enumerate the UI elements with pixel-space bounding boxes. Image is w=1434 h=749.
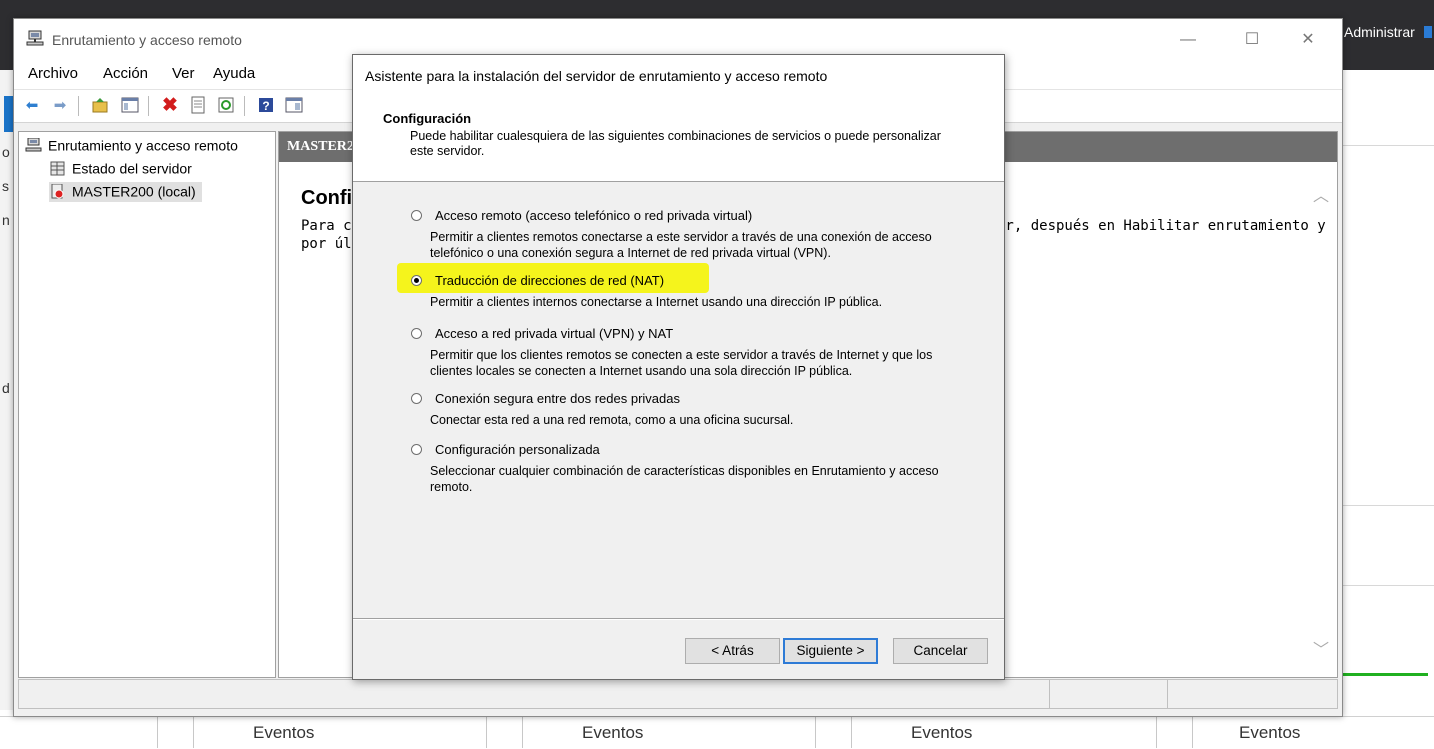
option-label[interactable]: Acceso a red privada virtual (VPN) y NAT bbox=[435, 326, 673, 341]
help-icon[interactable]: ? bbox=[256, 96, 276, 116]
server-stopped-icon bbox=[49, 183, 66, 199]
divider bbox=[851, 716, 852, 748]
tree-item-label: Estado del servidor bbox=[72, 160, 192, 177]
dialog-title: Asistente para la instalación del servid… bbox=[365, 68, 828, 84]
option-remote-access[interactable]: Acceso remoto (acceso telefónico o red p… bbox=[411, 208, 971, 260]
status-bar-green bbox=[1342, 673, 1428, 676]
tools-menu-edge[interactable] bbox=[1424, 26, 1432, 38]
option-description: Conectar esta red a una red remota, como… bbox=[430, 413, 794, 427]
divider bbox=[1167, 680, 1168, 708]
menu-ayuda[interactable]: Ayuda bbox=[213, 65, 255, 82]
scroll-down-icon[interactable]: ﹀ bbox=[1313, 636, 1329, 660]
details-text: ar, después en Habilitar enrutamiento y bbox=[997, 218, 1326, 234]
divider bbox=[1049, 680, 1050, 708]
rras-icon bbox=[26, 30, 44, 47]
tree-item-master200[interactable]: MASTER200 (local) bbox=[49, 182, 202, 202]
console-icon[interactable] bbox=[284, 96, 304, 116]
svg-text:?: ? bbox=[262, 99, 269, 113]
left-nav-char: n bbox=[2, 212, 10, 228]
toolbar-separator bbox=[148, 96, 149, 116]
left-nav-char: d bbox=[2, 380, 10, 396]
refresh-icon[interactable] bbox=[216, 96, 236, 116]
menu-accion[interactable]: Acción bbox=[103, 65, 148, 82]
radio-button[interactable] bbox=[411, 328, 422, 339]
manage-menu[interactable]: Administrar bbox=[1344, 24, 1424, 40]
divider bbox=[353, 619, 1004, 620]
tree-root-item[interactable]: Enrutamiento y acceso remoto bbox=[25, 136, 238, 156]
divider bbox=[157, 716, 158, 748]
back-icon[interactable]: ⬅ bbox=[22, 96, 42, 116]
divider bbox=[193, 716, 194, 748]
option-description: Permitir a clientes internos conectarse … bbox=[430, 295, 883, 309]
radio-button[interactable] bbox=[411, 393, 422, 404]
option-label[interactable]: Configuración personalizada bbox=[435, 442, 600, 457]
divider bbox=[1342, 505, 1434, 506]
option-nat[interactable]: Traducción de direcciones de red (NAT) P… bbox=[411, 273, 971, 309]
radio-button-selected[interactable] bbox=[411, 275, 422, 286]
tree-root-label: Enrutamiento y acceso remoto bbox=[48, 137, 238, 154]
next-button[interactable]: Siguiente > bbox=[783, 638, 878, 664]
option-label[interactable]: Conexión segura entre dos redes privadas bbox=[435, 391, 680, 406]
console-tree: Enrutamiento y acceso remoto Estado del … bbox=[18, 131, 276, 678]
events-link[interactable]: Eventos bbox=[582, 723, 643, 743]
delete-icon[interactable]: ✖ bbox=[160, 96, 180, 116]
events-link[interactable]: Eventos bbox=[253, 723, 314, 743]
details-heading: Confi bbox=[301, 187, 353, 209]
show-hide-tree-icon[interactable] bbox=[120, 96, 140, 116]
option-label[interactable]: Acceso remoto (acceso telefónico o red p… bbox=[435, 208, 752, 223]
divider bbox=[815, 716, 816, 748]
events-tile-row bbox=[0, 716, 1434, 749]
wizard-step-subtitle: Puede habilitar cualesquiera de las sigu… bbox=[410, 129, 941, 158]
setup-wizard-dialog: Asistente para la instalación del servid… bbox=[352, 54, 1005, 680]
divider bbox=[1192, 716, 1193, 748]
divider bbox=[1156, 716, 1157, 748]
option-custom-configuration[interactable]: Configuración personalizada Seleccionar … bbox=[411, 442, 971, 494]
cancel-button[interactable]: Cancelar bbox=[893, 638, 988, 664]
option-description: Permitir que los clientes remotos se con… bbox=[430, 348, 933, 378]
events-link[interactable]: Eventos bbox=[911, 723, 972, 743]
left-nav-char: o bbox=[2, 144, 10, 160]
maximize-button[interactable]: ☐ bbox=[1230, 27, 1274, 53]
dialog-title-bar: Asistente para la instalación del servid… bbox=[353, 55, 1004, 95]
tree-item-label: MASTER200 (local) bbox=[72, 183, 196, 200]
up-folder-icon[interactable] bbox=[90, 96, 110, 116]
divider bbox=[1342, 145, 1434, 146]
toolbar-separator bbox=[244, 96, 245, 116]
title-bar: Enrutamiento y acceso remoto — ☐ ✕ bbox=[14, 19, 1342, 59]
option-vpn-nat[interactable]: Acceso a red privada virtual (VPN) y NAT… bbox=[411, 326, 971, 378]
scroll-up-icon[interactable]: ︿ bbox=[1313, 182, 1329, 206]
minimize-button[interactable]: — bbox=[1166, 27, 1210, 53]
server-manager-right-panel bbox=[1342, 70, 1434, 710]
rras-icon bbox=[25, 137, 42, 153]
forward-icon[interactable]: ➡ bbox=[50, 96, 70, 116]
wizard-step-title: Configuración bbox=[383, 111, 472, 126]
menu-ver[interactable]: Ver bbox=[172, 65, 195, 82]
divider bbox=[1342, 585, 1434, 586]
back-button[interactable]: < Atrás bbox=[685, 638, 780, 664]
close-button[interactable]: ✕ bbox=[1286, 27, 1330, 53]
left-nav-char: s bbox=[2, 178, 9, 194]
events-link[interactable]: Eventos bbox=[1239, 723, 1300, 743]
radio-button[interactable] bbox=[411, 210, 422, 221]
option-secure-connection[interactable]: Conexión segura entre dos redes privadas… bbox=[411, 391, 971, 427]
toolbar-separator bbox=[78, 96, 79, 116]
tree-item-server-status[interactable]: Estado del servidor bbox=[49, 159, 192, 179]
divider bbox=[486, 716, 487, 748]
divider bbox=[522, 716, 523, 748]
radio-button[interactable] bbox=[411, 444, 422, 455]
properties-icon[interactable] bbox=[188, 96, 208, 116]
option-label[interactable]: Traducción de direcciones de red (NAT) bbox=[435, 273, 664, 288]
option-description: Permitir a clientes remotos conectarse a… bbox=[430, 230, 932, 260]
status-bar bbox=[18, 679, 1338, 709]
option-description: Seleccionar cualquier combinación de car… bbox=[430, 464, 939, 494]
menu-archivo[interactable]: Archivo bbox=[28, 65, 78, 82]
wizard-header: Configuración Puede habilitar cualesquie… bbox=[353, 95, 1004, 182]
server-status-icon bbox=[49, 161, 66, 176]
window-title: Enrutamiento y acceso remoto bbox=[52, 32, 242, 48]
